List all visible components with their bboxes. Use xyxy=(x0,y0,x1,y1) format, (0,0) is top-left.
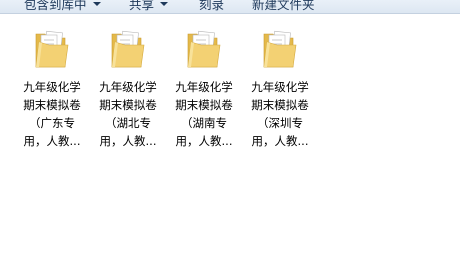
folder-item[interactable]: 九年级化学 期末模拟卷 （深圳专 用，人教... xyxy=(245,26,315,152)
folder-name: 九年级化学 期末模拟卷 （广东专 用，人教... xyxy=(23,80,81,148)
chevron-down-icon xyxy=(92,2,101,6)
folder-icon xyxy=(111,30,145,68)
new-folder-label: 新建文件夹 xyxy=(252,0,315,12)
command-bar: 包含到库中 共享 刻录 新建文件夹 xyxy=(0,0,460,14)
share-label: 共享 xyxy=(129,0,155,12)
folder-icon xyxy=(35,30,69,68)
include-in-library-label: 包含到库中 xyxy=(24,0,87,12)
folder-name: 九年级化学 期末模拟卷 （深圳专 用，人教... xyxy=(251,80,309,148)
folder-item[interactable]: 九年级化学 期末模拟卷 （广东专 用，人教... xyxy=(17,26,87,152)
share-button[interactable]: 共享 xyxy=(129,0,169,12)
folder-item[interactable]: 九年级化学 期末模拟卷 （湖北专 用，人教... xyxy=(93,26,163,152)
include-in-library-button[interactable]: 包含到库中 xyxy=(24,0,101,12)
folder-item[interactable]: 九年级化学 期末模拟卷 （湖南专 用，人教... xyxy=(169,26,239,152)
burn-label: 刻录 xyxy=(199,0,225,12)
folder-name: 九年级化学 期末模拟卷 （湖北专 用，人教... xyxy=(99,80,157,148)
folder-icon xyxy=(263,30,297,68)
chevron-down-icon xyxy=(160,2,169,6)
folder-icon xyxy=(187,30,221,68)
new-folder-button[interactable]: 新建文件夹 xyxy=(252,0,315,12)
burn-button[interactable]: 刻录 xyxy=(199,0,224,12)
folder-name: 九年级化学 期末模拟卷 （湖南专 用，人教... xyxy=(175,80,233,148)
